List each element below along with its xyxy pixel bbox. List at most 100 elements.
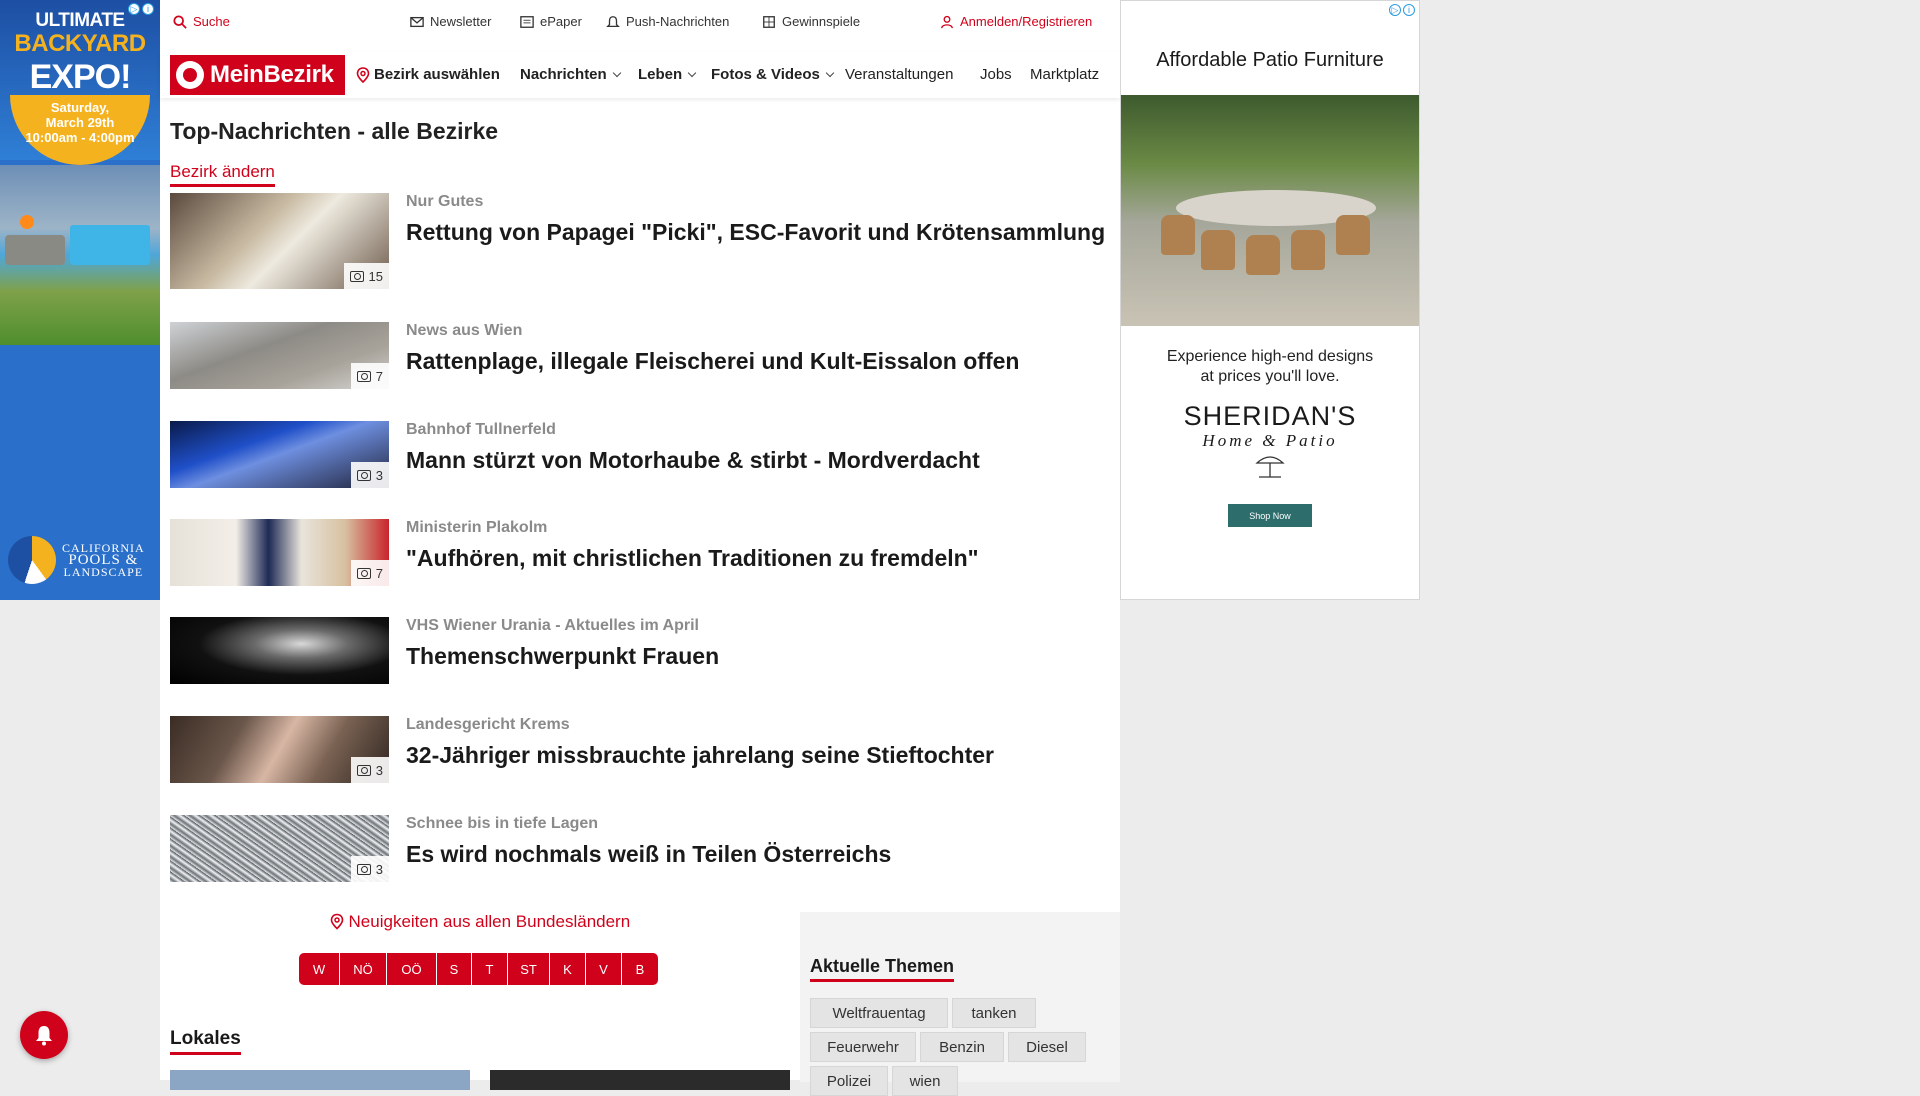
- local-news-thumbnail[interactable]: [170, 1070, 470, 1090]
- envelope-icon: [410, 16, 424, 27]
- search-link[interactable]: Suche: [173, 14, 230, 29]
- topic-chip[interactable]: Diesel: [1008, 1032, 1086, 1062]
- article-text: VHS Wiener Urania - Aktuelles im April T…: [406, 617, 1106, 671]
- nav-label: Nachrichten: [520, 66, 607, 83]
- state-tab-b[interactable]: B: [622, 953, 658, 985]
- article-headline[interactable]: 32-Jähriger missbrauchte jahrelang seine…: [406, 740, 1106, 770]
- topic-chip[interactable]: wien: [892, 1066, 958, 1096]
- notification-bell-button[interactable]: [20, 1011, 68, 1059]
- article-thumbnail[interactable]: 7: [170, 322, 389, 389]
- nav-item-marktplatz[interactable]: Marktplatz: [1030, 66, 1112, 83]
- article-card[interactable]: 7 News aus Wien Rattenplage, illegale Fl…: [170, 322, 1110, 412]
- article-card[interactable]: 7 Ministerin Plakolm "Aufhören, mit chri…: [170, 519, 1110, 609]
- search-icon: [173, 14, 187, 29]
- ad-left-headline-2: BACKYARD: [14, 30, 146, 57]
- state-tab-st[interactable]: ST: [508, 953, 550, 985]
- gift-icon: [763, 15, 775, 28]
- article-headline[interactable]: Es wird nochmals weiß in Teilen Österrei…: [406, 839, 1106, 869]
- gallery-icon: [356, 469, 371, 481]
- article-thumbnail[interactable]: 3: [170, 421, 389, 488]
- article-headline[interactable]: Rettung von Papagei "Picki", ESC-Favorit…: [406, 217, 1106, 247]
- chevron-down-icon: [612, 68, 621, 77]
- nav-item-veranstaltungen[interactable]: Veranstaltungen: [845, 66, 953, 83]
- photo-count-badge: 15: [343, 263, 389, 289]
- ad-left-backyard-image: [0, 165, 160, 345]
- topic-chip[interactable]: Benzin: [920, 1032, 1004, 1062]
- topic-chip[interactable]: Feuerwehr: [810, 1032, 916, 1062]
- article-kicker: VHS Wiener Urania - Aktuelles im April: [406, 617, 699, 634]
- brand-name: MeinBezirk: [210, 61, 334, 88]
- nav-item-fotos-videos[interactable]: Fotos & Videos: [711, 66, 835, 83]
- meinbezirk-logo[interactable]: MeinBezirk: [170, 55, 345, 95]
- nav-item-leben[interactable]: Leben: [638, 66, 697, 83]
- photo-count-badge: 3: [350, 462, 389, 488]
- state-tab-v[interactable]: V: [586, 953, 622, 985]
- change-district-link[interactable]: Bezirk ändern: [170, 162, 275, 187]
- article-text: Schnee bis in tiefe Lagen Es wird nochma…: [406, 815, 1106, 869]
- state-tab-k[interactable]: K: [550, 953, 586, 985]
- state-tab-noe[interactable]: NÖ: [340, 953, 387, 985]
- ad-right-pitch-line: at prices you'll love.: [1200, 368, 1340, 385]
- article-card[interactable]: 3 Bahnhof Tullnerfeld Mann stürzt von Mo…: [170, 421, 1110, 511]
- article-headline[interactable]: Themenschwerpunkt Frauen: [406, 641, 1106, 671]
- ad-left-date-line: 10:00am - 4:00pm: [25, 130, 135, 145]
- all-states-news-link[interactable]: Neuigkeiten aus allen Bundesländern: [160, 912, 800, 932]
- login-label: Anmelden/Registrieren: [960, 14, 1093, 29]
- newsletter-link[interactable]: Newsletter: [410, 14, 491, 29]
- nav-label: Veranstaltungen: [845, 66, 954, 83]
- contests-link[interactable]: Gewinnspiele: [762, 14, 860, 29]
- article-text: Ministerin Plakolm "Aufhören, mit christ…: [406, 519, 1106, 573]
- state-tab-t[interactable]: T: [472, 953, 508, 985]
- article-headline[interactable]: "Aufhören, mit christlichen Traditionen …: [406, 543, 1106, 573]
- gallery-icon: [349, 270, 364, 282]
- article-thumbnail[interactable]: [170, 617, 389, 684]
- all-states-news-label: Neuigkeiten aus allen Bundesländern: [348, 912, 631, 931]
- article-card[interactable]: 15 Nur Gutes Rettung von Papagei "Picki"…: [170, 193, 1110, 289]
- article-kicker: Ministerin Plakolm: [406, 519, 548, 536]
- nav-item-jobs[interactable]: Jobs: [980, 66, 1012, 83]
- local-news-heading: Lokales: [170, 1028, 241, 1055]
- bell-icon: [606, 15, 620, 27]
- article-card[interactable]: 3 Schnee bis in tiefe Lagen Es wird noch…: [170, 815, 1110, 905]
- article-text: Bahnhof Tullnerfeld Mann stürzt von Moto…: [406, 421, 1106, 475]
- epaper-link[interactable]: ePaper: [520, 14, 582, 29]
- search-label: Suche: [193, 14, 230, 29]
- nav-item-nachrichten[interactable]: Nachrichten: [520, 66, 621, 83]
- ad-left-date-line: Saturday,: [50, 100, 110, 115]
- article-card[interactable]: VHS Wiener Urania - Aktuelles im April T…: [170, 617, 1110, 707]
- push-notifications-link[interactable]: Push-Nachrichten: [606, 14, 729, 29]
- photo-count: 15: [368, 268, 383, 284]
- adchoices-icon[interactable]: ▷ i: [1389, 3, 1417, 17]
- article-thumbnail[interactable]: 3: [170, 815, 389, 882]
- article-thumbnail[interactable]: 7: [170, 519, 389, 586]
- login-link[interactable]: Anmelden/Registrieren: [940, 14, 1092, 29]
- state-tab-w[interactable]: W: [299, 953, 340, 985]
- article-card[interactable]: 3 Landesgericht Krems 32-Jähriger missbr…: [170, 716, 1110, 806]
- current-topics-panel: Aktuelle Themen Weltfrauentag tanken Feu…: [800, 912, 1120, 1096]
- ad-right-rectangle[interactable]: ▷ i Affordable Patio Furniture Experience…: [1120, 0, 1420, 600]
- top-utility-bar: Suche Newsletter ePaper Push-Nachrichten…: [160, 0, 1120, 46]
- local-news-thumbnail[interactable]: [490, 1070, 790, 1090]
- user-icon: [941, 15, 953, 28]
- topic-chip[interactable]: Polizei: [810, 1066, 888, 1096]
- article-headline[interactable]: Rattenplage, illegale Fleischerei und Ku…: [406, 346, 1106, 376]
- ad-left-skyscraper[interactable]: ULTIMATE BACKYARD EXPO! Saturday, March …: [0, 0, 160, 600]
- shop-now-button[interactable]: Shop Now: [1228, 504, 1312, 527]
- newsletter-label: Newsletter: [430, 14, 492, 29]
- gallery-icon: [356, 863, 371, 875]
- topic-chip[interactable]: tanken: [952, 998, 1036, 1028]
- select-district-button[interactable]: Bezirk auswählen: [356, 66, 500, 83]
- adchoices-icon[interactable]: ▷ i: [128, 2, 156, 16]
- ad-right-title: Affordable Patio Furniture: [1156, 49, 1384, 71]
- photo-count-badge: 7: [350, 560, 389, 586]
- article-kicker: Nur Gutes: [406, 193, 484, 210]
- ad-right-pitch-line: Experience high-end designs: [1166, 348, 1374, 365]
- article-thumbnail[interactable]: 3: [170, 716, 389, 783]
- state-tab-ooe[interactable]: OÖ: [387, 953, 437, 985]
- article-headline[interactable]: Mann stürzt von Motorhaube & stirbt - Mo…: [406, 445, 1106, 475]
- article-thumbnail[interactable]: 15: [170, 193, 389, 289]
- state-tab-s[interactable]: S: [437, 953, 472, 985]
- umbrella-icon: [1255, 456, 1285, 478]
- topic-chip[interactable]: Weltfrauentag: [810, 998, 948, 1028]
- article-kicker: News aus Wien: [406, 322, 523, 339]
